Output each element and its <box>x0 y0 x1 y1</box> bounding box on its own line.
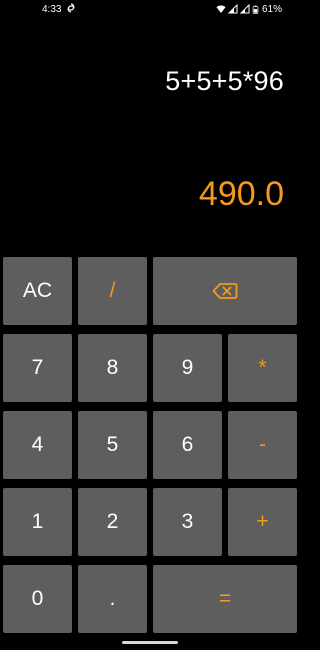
digit-9-button[interactable]: 9 <box>153 334 222 402</box>
status-bar: 4:33 61% <box>0 0 300 20</box>
battery-percent: 61% <box>261 3 282 15</box>
status-time: 4:33 <box>42 4 62 15</box>
keypad: AC / 7 8 9 * 4 5 6 - 1 2 3 + 0 . = <box>3 257 297 634</box>
digit-7-button[interactable]: 7 <box>3 334 72 402</box>
result-display: 490.0 <box>198 175 284 213</box>
wifi-icon <box>216 5 226 13</box>
digit-2-button[interactable]: 2 <box>78 488 147 556</box>
sync-icon <box>67 3 75 13</box>
digit-3-button[interactable]: 3 <box>153 488 222 556</box>
digit-6-button[interactable]: 6 <box>153 411 222 479</box>
multiply-button[interactable]: * <box>228 334 297 402</box>
expression-display: 5+5+5*96 <box>165 66 284 96</box>
decimal-button[interactable]: . <box>78 565 147 633</box>
digit-1-button[interactable]: 1 <box>3 488 72 556</box>
battery-icon <box>252 5 259 14</box>
digit-4-button[interactable]: 4 <box>3 411 72 479</box>
divide-button[interactable]: / <box>78 257 147 325</box>
digit-5-button[interactable]: 5 <box>78 411 147 479</box>
plus-button[interactable]: + <box>228 488 297 556</box>
signal-icon <box>227 4 238 14</box>
digit-0-button[interactable]: 0 <box>3 565 72 633</box>
clear-button[interactable]: AC <box>3 257 72 325</box>
navigation-handle[interactable] <box>122 641 178 644</box>
digit-8-button[interactable]: 8 <box>78 334 147 402</box>
backspace-icon <box>212 283 238 299</box>
signal-icon <box>239 4 250 14</box>
minus-button[interactable]: - <box>228 411 297 479</box>
backspace-button[interactable] <box>153 257 297 325</box>
equals-button[interactable]: = <box>153 565 297 633</box>
status-icons: 61% <box>216 3 282 15</box>
